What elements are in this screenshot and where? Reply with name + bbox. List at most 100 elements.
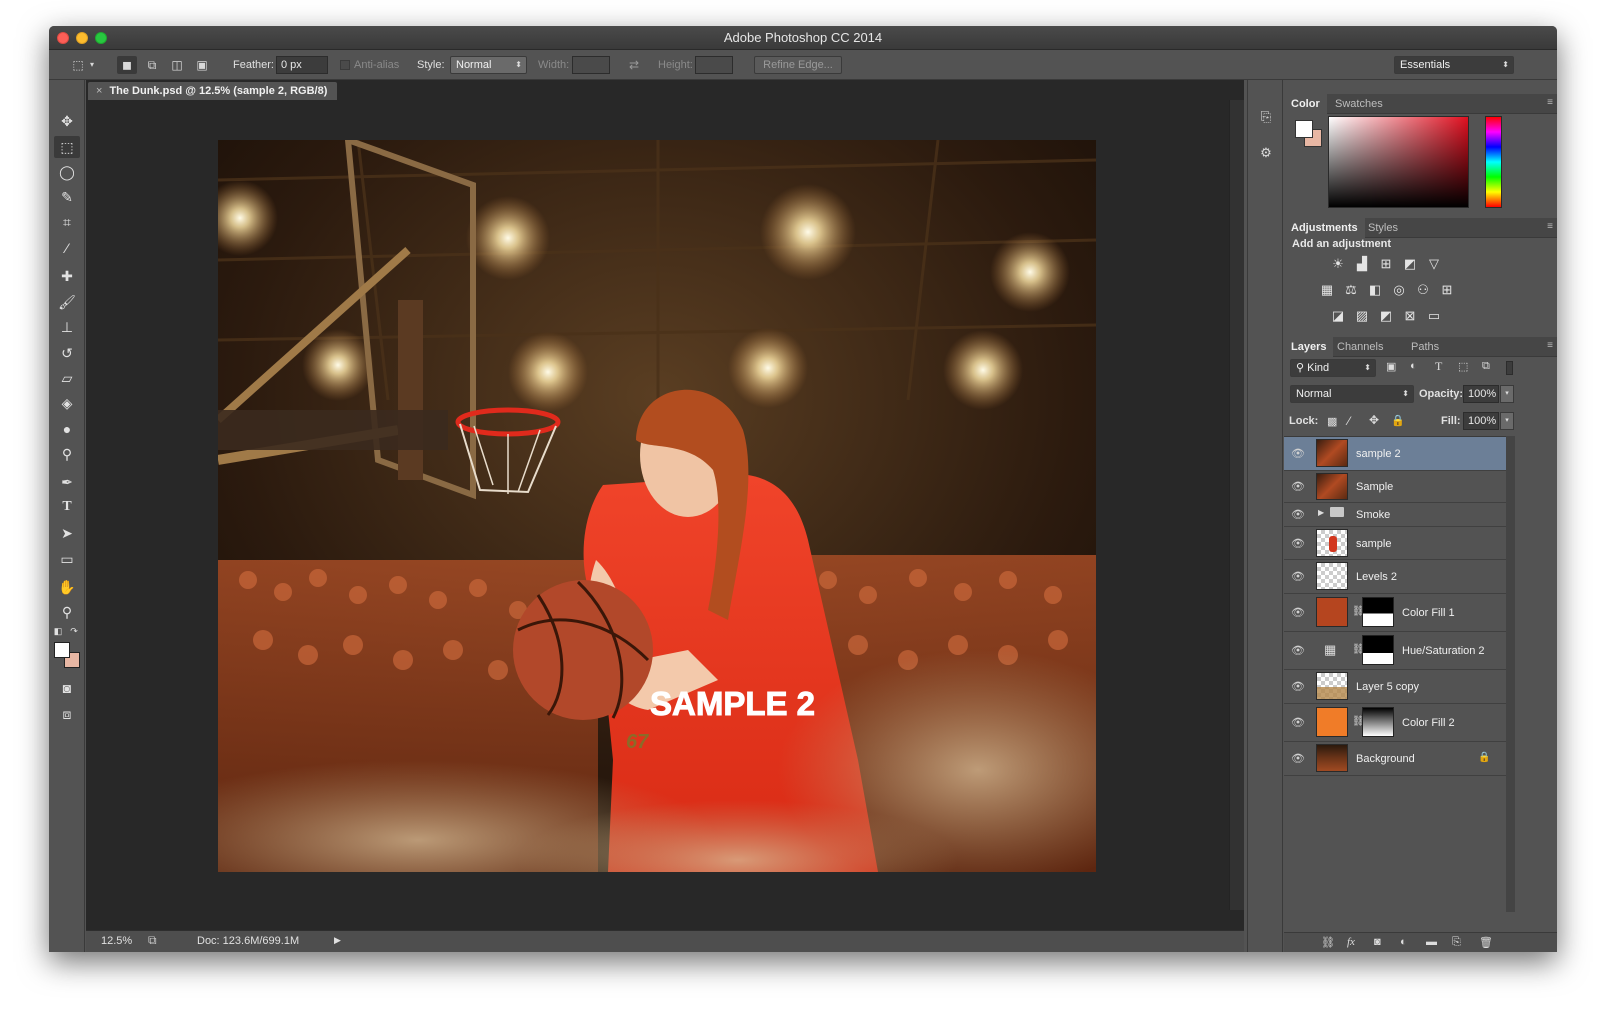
new-layer-icon[interactable]: ⎘ <box>1452 936 1461 949</box>
document-tab[interactable]: × The Dunk.psd @ 12.5% (sample 2, RGB/8) <box>88 82 338 100</box>
panel-menu-icon[interactable]: ≡ <box>1547 97 1553 108</box>
color-field[interactable] <box>1328 116 1469 208</box>
vertical-scrollbar[interactable] <box>1229 100 1244 910</box>
close-tab-icon[interactable]: × <box>96 85 102 97</box>
type-tool-icon[interactable]: T <box>54 496 80 518</box>
share-icon[interactable]: ⧉ <box>148 933 157 948</box>
marquee-tool-preset-picker[interactable]: ⬚ <box>69 56 87 74</box>
panel-menu-icon[interactable]: ≡ <box>1547 221 1553 232</box>
hue-slider[interactable] <box>1485 116 1502 208</box>
dodge-tool-icon[interactable]: ⚲ <box>54 443 80 465</box>
eye-icon[interactable]: 👁 <box>1290 716 1306 729</box>
rectangular-marquee-tool-icon[interactable]: ⬚ <box>54 136 80 158</box>
tab-styles[interactable]: Styles <box>1361 218 1405 238</box>
layer-row-sample[interactable]: 👁 Sample <box>1284 471 1506 503</box>
properties-panel-icon[interactable]: ⚙ <box>1257 145 1275 163</box>
lasso-tool-icon[interactable]: ◯ <box>54 161 80 183</box>
selective-color-icon[interactable]: ⊠ <box>1401 308 1419 324</box>
crop-tool-icon[interactable]: ⌗ <box>54 211 80 233</box>
layer-name[interactable]: Hue/Saturation 2 <box>1402 645 1485 657</box>
color-lookup-icon[interactable]: ⊞ <box>1438 282 1456 298</box>
color-balance-icon[interactable]: ⚖ <box>1342 282 1360 298</box>
minimize-window-button[interactable] <box>76 32 88 44</box>
curves-icon[interactable]: ⊞ <box>1377 256 1395 272</box>
filter-type-icon[interactable]: T <box>1435 359 1442 374</box>
paint-bucket-tool-icon[interactable]: ◈ <box>54 392 80 414</box>
layer-name[interactable]: sample <box>1356 538 1391 550</box>
status-menu-arrow-icon[interactable]: ▶ <box>334 935 341 946</box>
exposure-icon[interactable]: ◩ <box>1401 256 1419 272</box>
tab-adjustments[interactable]: Adjustments <box>1284 218 1365 238</box>
antialias-checkbox[interactable] <box>340 60 350 70</box>
style-select[interactable]: Normal ⬍ <box>450 56 527 74</box>
layer-row-layer-5-copy[interactable]: 👁 Layer 5 copy <box>1284 670 1506 704</box>
layer-style-fx-icon[interactable]: fx <box>1347 936 1355 948</box>
blend-mode-select[interactable]: Normal ⬍ <box>1290 385 1414 403</box>
layers-scrollbar[interactable] <box>1506 436 1515 912</box>
rectangle-tool-icon[interactable]: ▭ <box>54 548 80 570</box>
layer-mask-thumbnail[interactable] <box>1362 597 1394 627</box>
zoom-tool-icon[interactable]: ⚲ <box>54 601 80 623</box>
filter-shape-icon[interactable]: ⬚ <box>1458 360 1468 373</box>
tab-channels[interactable]: Channels <box>1330 337 1390 357</box>
layer-row-sample-2[interactable]: 👁 sample 2 <box>1284 437 1506 471</box>
eye-icon[interactable]: 👁 <box>1290 680 1306 693</box>
quick-mask-icon[interactable]: ◙ <box>54 677 80 699</box>
eraser-tool-icon[interactable]: ▱ <box>54 367 80 389</box>
tab-paths[interactable]: Paths <box>1404 337 1446 357</box>
zoom-window-button[interactable] <box>95 32 107 44</box>
layer-name[interactable]: Levels 2 <box>1356 571 1397 583</box>
channel-mixer-icon[interactable]: ⚇ <box>1414 282 1432 298</box>
healing-brush-tool-icon[interactable]: ✚ <box>54 265 80 287</box>
eye-icon[interactable]: 👁 <box>1290 570 1306 583</box>
tab-swatches[interactable]: Swatches <box>1328 94 1390 114</box>
layer-row-hue-saturation-2[interactable]: 👁 ▦ ⛓ Hue/Saturation 2 <box>1284 632 1506 670</box>
layer-name[interactable]: sample 2 <box>1356 448 1401 460</box>
lock-transparent-icon[interactable]: ▩ <box>1327 415 1337 428</box>
layer-row-background[interactable]: 👁 Background 🔒 <box>1284 742 1506 776</box>
brush-tool-icon[interactable]: 🖌 <box>54 291 80 313</box>
chevron-down-icon[interactable]: ▾ <box>87 56 97 74</box>
zoom-level[interactable]: 12.5% <box>101 935 132 947</box>
eye-icon[interactable]: 👁 <box>1290 644 1306 657</box>
photo-filter-icon[interactable]: ◎ <box>1390 282 1408 298</box>
filter-pixel-icon[interactable]: ▣ <box>1386 360 1396 373</box>
layer-mask-thumbnail[interactable] <box>1362 635 1394 665</box>
black-white-icon[interactable]: ◧ <box>1366 282 1384 298</box>
move-tool-icon[interactable]: ✥ <box>54 110 80 132</box>
eye-icon[interactable]: 👁 <box>1290 508 1306 521</box>
clone-stamp-tool-icon[interactable]: ⊥ <box>54 316 80 338</box>
history-brush-tool-icon[interactable]: ↺ <box>54 342 80 364</box>
tab-layers[interactable]: Layers <box>1284 337 1334 357</box>
link-layers-icon[interactable]: ⛓ <box>1321 936 1335 949</box>
threshold-icon[interactable]: ◩ <box>1377 308 1395 324</box>
layer-name[interactable]: Layer 5 copy <box>1356 681 1419 693</box>
filter-adjustment-icon[interactable]: ◐ <box>1410 360 1417 372</box>
eye-icon[interactable]: 👁 <box>1290 480 1306 493</box>
layer-row-color-fill-2[interactable]: 👁 ⛓ Color Fill 2 <box>1284 704 1506 742</box>
layer-row-smoke-group[interactable]: 👁 ▶ Smoke <box>1284 503 1506 527</box>
eye-icon[interactable]: 👁 <box>1290 447 1306 460</box>
intersect-selection-button[interactable]: ▣ <box>192 56 212 74</box>
close-window-button[interactable] <box>57 32 69 44</box>
layer-name[interactable]: Background <box>1356 753 1415 765</box>
lock-position-icon[interactable]: ✥ <box>1369 413 1379 427</box>
trash-icon[interactable]: 🗑 <box>1479 936 1493 949</box>
refine-edge-button[interactable]: Refine Edge... <box>754 56 842 74</box>
layer-row-sample-lower[interactable]: 👁 sample <box>1284 527 1506 560</box>
default-colors-icon[interactable]: ◧ <box>52 625 64 637</box>
layer-filter-select[interactable]: ⚲ Kind ⬍ <box>1290 359 1376 377</box>
invert-icon[interactable]: ◪ <box>1329 308 1347 324</box>
eye-icon[interactable]: 👁 <box>1290 752 1306 765</box>
new-group-icon[interactable]: ▬ <box>1426 936 1437 948</box>
eye-icon[interactable]: 👁 <box>1290 606 1306 619</box>
eyedropper-tool-icon[interactable]: ⁄ <box>54 237 80 259</box>
screen-mode-icon[interactable]: ⧈ <box>54 703 80 725</box>
fill-slider-button[interactable]: ▾ <box>1500 412 1514 430</box>
fill-input[interactable]: 100% <box>1463 412 1499 430</box>
levels-icon[interactable]: ▟ <box>1353 256 1371 272</box>
add-mask-icon[interactable]: ◙ <box>1374 936 1381 948</box>
hand-tool-icon[interactable]: ✋ <box>54 576 80 598</box>
layer-name[interactable]: Color Fill 2 <box>1402 717 1455 729</box>
filter-smart-object-icon[interactable]: ⧉ <box>1482 360 1490 373</box>
